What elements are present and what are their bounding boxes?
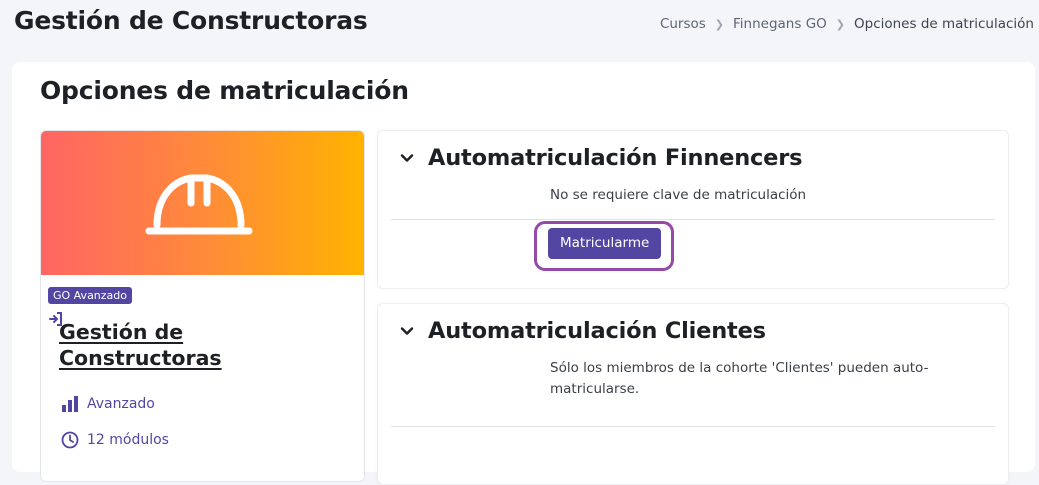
breadcrumb-item-cursos[interactable]: Cursos	[660, 16, 706, 32]
breadcrumb: Cursos ❯ Finnegans GO ❯ Opciones de matr…	[660, 16, 1034, 32]
clock-icon	[61, 431, 79, 449]
course-name-link[interactable]: Gestión de Constructoras	[59, 319, 339, 371]
course-image[interactable]	[41, 131, 364, 275]
course-level: Avanzado	[61, 395, 155, 413]
chevron-down-icon[interactable]	[400, 151, 414, 165]
enrol-method-title: Automatriculación Clientes	[428, 318, 766, 344]
chevron-right-icon: ❯	[835, 17, 845, 31]
bar-chart-icon	[62, 396, 78, 412]
enrol-method-header[interactable]: Automatriculación Clientes	[400, 318, 766, 344]
divider	[391, 219, 995, 220]
page-header: Gestión de Constructoras Cursos ❯ Finneg…	[0, 0, 1039, 56]
breadcrumb-item-current: Opciones de matriculación	[854, 16, 1034, 32]
course-level-label: Avanzado	[87, 396, 155, 412]
course-modules: 12 módulos	[61, 431, 169, 449]
enrol-method-finnencers: Automatriculación Finnencers No se requi…	[377, 130, 1009, 289]
hard-hat-icon	[145, 174, 253, 235]
enrol-method-description-line: matricularse.	[550, 381, 640, 397]
chevron-right-icon: ❯	[714, 17, 725, 31]
page-title: Gestión de Constructoras	[14, 6, 368, 35]
breadcrumb-item-finnegans-go[interactable]: Finnegans GO	[733, 16, 827, 32]
course-modules-label: 12 módulos	[87, 432, 169, 448]
course-category-badge: GO Avanzado	[48, 287, 133, 304]
enrol-method-header[interactable]: Automatriculación Finnencers	[400, 145, 803, 171]
main-card: Opciones de matriculación GO Avanzado Ge…	[12, 62, 1035, 485]
enrol-method-description: Sólo los miembros de la cohorte 'Cliente…	[550, 358, 928, 400]
enrol-method-description: No se requiere clave de matriculación	[550, 187, 807, 203]
enrol-method-title: Automatriculación Finnencers	[428, 145, 803, 171]
course-card: GO Avanzado Gestión de Constructoras Ava…	[40, 130, 365, 482]
divider	[391, 426, 995, 427]
section-title: Opciones de matriculación	[40, 76, 409, 105]
enrol-me-button[interactable]: Matricularme	[548, 228, 662, 259]
enrol-method-description-line: Sólo los miembros de la cohorte 'Cliente…	[550, 360, 929, 376]
chevron-down-icon[interactable]	[400, 324, 414, 338]
